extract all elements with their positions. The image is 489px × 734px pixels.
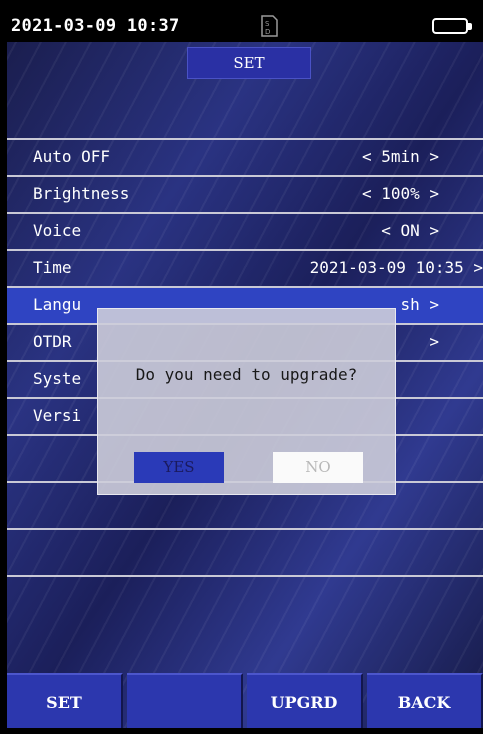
setting-row-time[interactable]: Time 2021-03-09 10:35 > xyxy=(7,249,483,286)
empty-row xyxy=(7,528,483,575)
screen: 2021-03-09 10:37 S D SET Auto OFF < 5min… xyxy=(7,10,483,728)
setting-label: Time xyxy=(33,258,72,277)
setting-value[interactable]: sh > xyxy=(400,295,439,314)
battery-icon xyxy=(432,18,472,34)
setting-label: Brightness xyxy=(33,184,130,203)
setting-label: OTDR xyxy=(33,332,72,351)
device-frame: 2021-03-09 10:37 S D SET Auto OFF < 5min… xyxy=(0,0,483,734)
softkey-blank-button[interactable] xyxy=(127,673,243,728)
softkey-back-button[interactable]: BACK xyxy=(367,673,483,728)
setting-value[interactable]: < 5min > xyxy=(362,147,439,166)
sd-card-icon: S D xyxy=(261,15,278,37)
dialog-message: Do you need to upgrade? xyxy=(135,365,358,384)
softkey-bar: SET UPGRD BACK xyxy=(7,673,483,728)
setting-row-voice[interactable]: Voice < ON > xyxy=(7,212,483,249)
no-button[interactable]: NO xyxy=(273,452,363,483)
setting-label: Auto OFF xyxy=(33,147,111,166)
setting-row-brightness[interactable]: Brightness < 100% > xyxy=(7,175,483,212)
empty-row xyxy=(7,575,483,622)
softkey-upgrade-button[interactable]: UPGRD xyxy=(247,673,363,728)
setting-value[interactable]: > xyxy=(429,332,439,351)
setting-label: Langu xyxy=(33,295,82,314)
setting-label: Voice xyxy=(33,221,82,240)
page-title: SET xyxy=(187,47,311,79)
setting-label: Syste xyxy=(33,369,82,388)
upgrade-dialog: Do you need to upgrade? YES NO xyxy=(97,308,396,495)
setting-value[interactable]: < 100% > xyxy=(362,184,439,203)
svg-text:D: D xyxy=(265,28,270,36)
setting-label: Versi xyxy=(33,406,82,425)
yes-button[interactable]: YES xyxy=(134,452,224,483)
svg-text:S: S xyxy=(265,20,270,28)
setting-value[interactable]: 2021-03-09 10:35 > xyxy=(310,258,483,277)
softkey-set-button[interactable]: SET xyxy=(7,673,123,728)
status-bar: 2021-03-09 10:37 S D xyxy=(7,10,483,42)
status-datetime: 2021-03-09 10:37 xyxy=(11,16,180,36)
setting-row-auto-off[interactable]: Auto OFF < 5min > xyxy=(7,138,483,175)
setting-value[interactable]: < ON > xyxy=(381,221,439,240)
